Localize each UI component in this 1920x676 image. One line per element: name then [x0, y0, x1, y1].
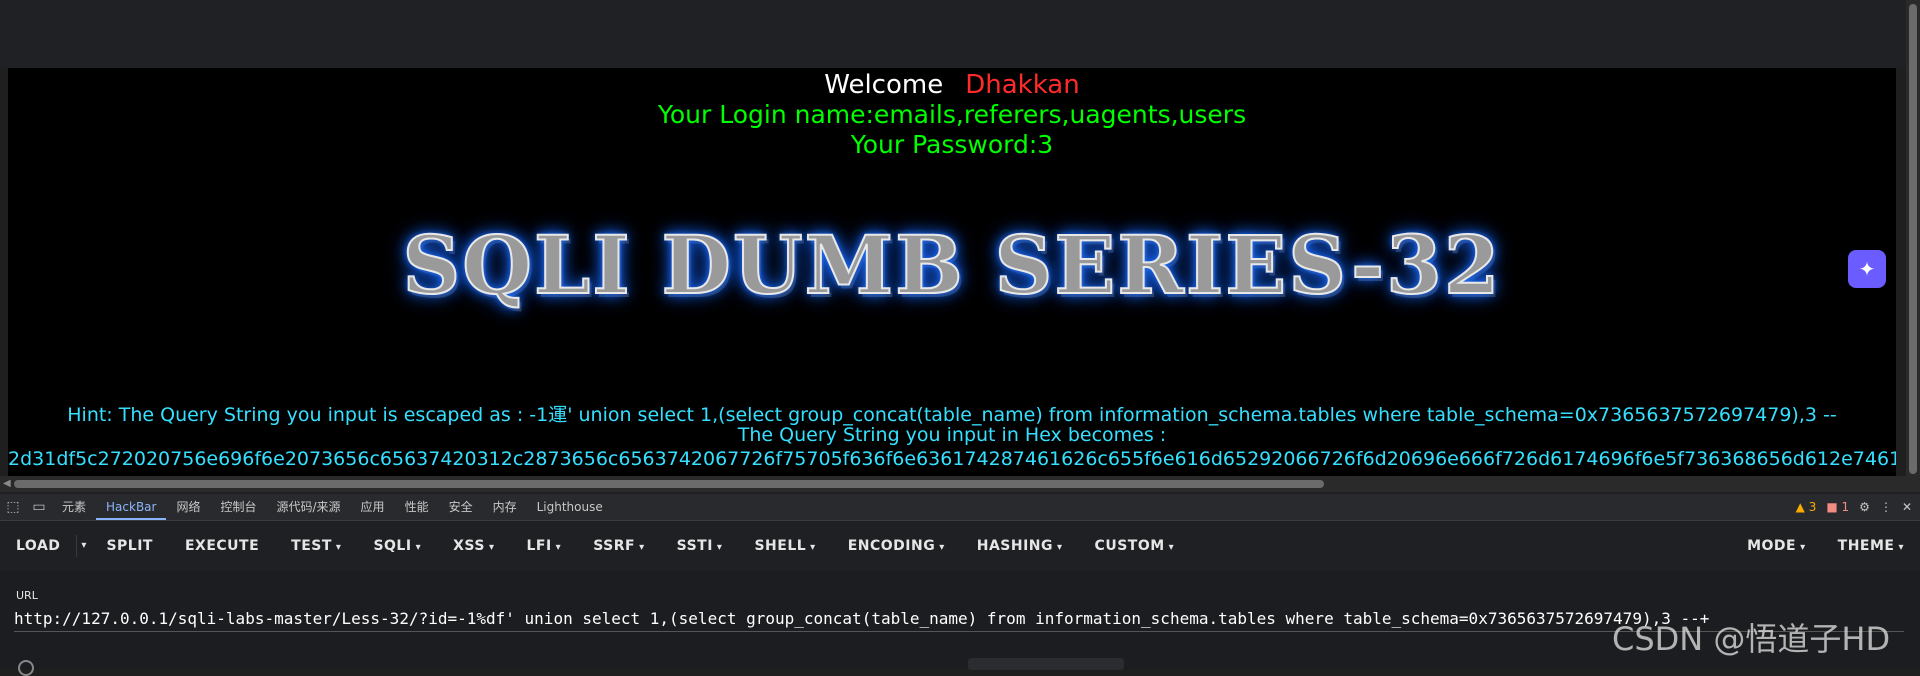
chevron-down-icon: ▾	[335, 542, 342, 553]
tab-elements[interactable]: 元素	[52, 494, 96, 520]
hint-hex-value: 2d31df5c272020756e696f6e2073656c65637420…	[8, 448, 1896, 470]
encoding-menu[interactable]: ENCODING ▾	[832, 521, 961, 571]
hint-hex-label: The Query String you input in Hex become…	[737, 424, 1167, 446]
sqli-menu-label: SQLI	[373, 538, 412, 554]
tab-performance[interactable]: 性能	[395, 494, 439, 520]
hashing-menu-label: HASHING	[976, 538, 1054, 554]
vertical-scroll-thumb[interactable]	[1909, 4, 1917, 474]
url-label: URL	[16, 589, 38, 602]
ssrf-menu[interactable]: SSRF ▾	[577, 521, 660, 571]
error-icon: ■	[1826, 500, 1838, 514]
password-line: Your Password:3	[850, 130, 1054, 159]
chevron-down-icon: ▾	[488, 542, 495, 553]
close-devtools-icon[interactable]: ✕	[1902, 500, 1912, 514]
assistant-extension-icon[interactable]: ✦	[1848, 250, 1886, 288]
hackbar-right-controls: MODE ▾ THEME ▾	[1731, 521, 1920, 571]
chevron-down-icon: ▾	[415, 542, 422, 553]
welcome-label: Welcome	[824, 70, 944, 100]
tab-console[interactable]: 控制台	[210, 494, 266, 520]
theme-menu[interactable]: THEME ▾	[1822, 521, 1920, 571]
tab-application[interactable]: 应用	[351, 494, 395, 520]
warning-count[interactable]: ▲ 3	[1796, 500, 1817, 514]
tab-security[interactable]: 安全	[439, 494, 483, 520]
welcome-name: Dhakkan	[965, 70, 1080, 100]
series-banner: SQLI DUMB SERIES-32	[401, 217, 1502, 313]
lfi-menu-label: LFI	[526, 538, 552, 554]
horizontal-scrollbar[interactable]: ◀	[0, 476, 1906, 492]
inspect-element-icon[interactable]: ⬚	[0, 499, 26, 515]
ssti-menu[interactable]: SSTI ▾	[661, 521, 739, 571]
mode-menu-label: MODE	[1747, 538, 1797, 554]
tab-lighthouse[interactable]: Lighthouse	[527, 494, 613, 520]
devtools-status: ▲ 3 ■ 1 ⚙ ⋮ ✕	[1796, 494, 1912, 520]
circle-icon	[18, 660, 34, 676]
chevron-down-icon: ▾	[810, 542, 816, 553]
warning-icon: ▲	[1795, 500, 1805, 514]
custom-menu[interactable]: CUSTOM ▾	[1079, 521, 1191, 571]
chevron-down-icon: ▾	[555, 542, 562, 553]
login-name-line: Your Login name:emails,referers,uagents,…	[657, 100, 1247, 129]
device-toolbar-icon[interactable]: ▭	[26, 499, 52, 515]
csdn-watermark: CSDN @悟道子HD	[1612, 620, 1891, 658]
chevron-down-icon: ▾	[639, 542, 645, 553]
scroll-left-icon[interactable]: ◀	[3, 478, 11, 489]
chevron-down-icon: ▾	[939, 542, 945, 553]
chevron-down-icon: ▾	[1057, 542, 1063, 553]
vertical-scrollbar[interactable]	[1906, 0, 1920, 492]
encoding-menu-label: ENCODING	[847, 538, 936, 554]
mode-menu[interactable]: MODE ▾	[1731, 521, 1822, 571]
test-menu[interactable]: TEST ▾	[275, 521, 357, 571]
page-viewport: Welcome Dhakkan Your Login name:emails,re…	[8, 68, 1896, 476]
tab-hackbar[interactable]: HackBar	[96, 494, 167, 520]
tab-network[interactable]: 网络	[166, 494, 210, 520]
load-dropdown-icon[interactable]: ▾	[76, 535, 90, 557]
lfi-menu[interactable]: LFI ▾	[510, 521, 577, 571]
hashing-menu[interactable]: HASHING ▾	[961, 521, 1079, 571]
xss-menu[interactable]: XSS ▾	[437, 521, 510, 571]
shell-menu-label: SHELL	[754, 538, 807, 554]
horizontal-scroll-thumb[interactable]	[14, 480, 1324, 488]
browser-blank-area	[0, 0, 1920, 68]
test-menu-label: TEST	[291, 538, 332, 554]
chevron-down-icon: ▾	[1800, 542, 1806, 553]
chevron-down-icon: ▾	[1168, 542, 1175, 553]
load-button[interactable]: LOAD	[0, 521, 76, 571]
error-count[interactable]: ■ 1	[1826, 500, 1849, 514]
warning-count-value: 3	[1808, 500, 1817, 514]
shell-menu[interactable]: SHELL ▾	[738, 521, 831, 571]
tab-sources[interactable]: 源代码/来源	[267, 494, 351, 520]
sqli-menu[interactable]: SQLI ▾	[357, 521, 437, 571]
tab-memory[interactable]: 内存	[483, 494, 527, 520]
ssrf-menu-label: SSRF	[593, 538, 636, 554]
welcome-line: Welcome Dhakkan	[8, 70, 1896, 100]
bottom-panel-handle[interactable]	[968, 658, 1124, 670]
custom-menu-label: CUSTOM	[1094, 538, 1165, 554]
chevron-down-icon: ▾	[716, 542, 723, 553]
error-count-value: 1	[1841, 500, 1850, 514]
execute-button[interactable]: EXECUTE	[169, 521, 275, 571]
split-button[interactable]: SPLIT	[90, 521, 169, 571]
hackbar-toolbar: LOAD ▾ SPLIT EXECUTE TEST ▾ SQLI ▾ XSS ▾ LF…	[0, 521, 1920, 571]
xss-menu-label: XSS	[453, 538, 485, 554]
devtools-tab-bar: ⬚ ▭ 元素 HackBar 网络 控制台 源代码/来源 应用 性能 安全 内存…	[0, 494, 1920, 521]
chevron-down-icon: ▾	[1898, 542, 1904, 553]
settings-gear-icon[interactable]: ⚙	[1859, 500, 1870, 514]
ssti-menu-label: SSTI	[676, 538, 713, 554]
theme-menu-label: THEME	[1837, 538, 1895, 554]
hint-escaped-line: Hint: The Query String you input is esca…	[67, 404, 1837, 426]
more-options-icon[interactable]: ⋮	[1880, 500, 1892, 514]
